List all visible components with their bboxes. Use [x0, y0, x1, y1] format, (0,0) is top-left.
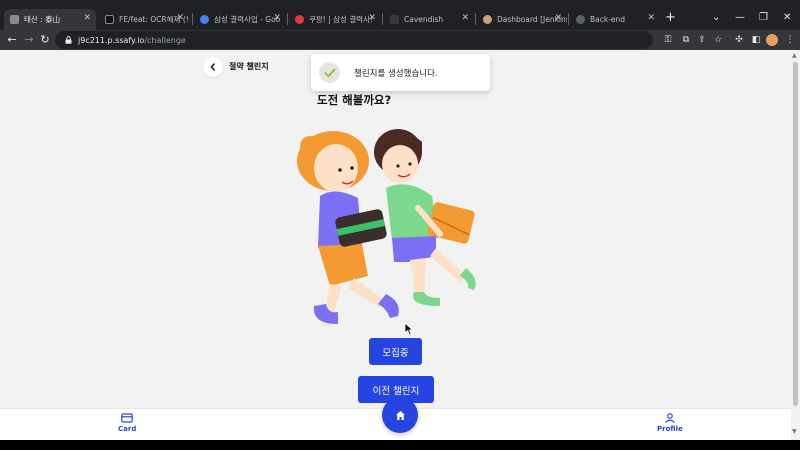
- bookmark-star-icon[interactable]: ☆: [712, 34, 724, 46]
- scroll-down-icon[interactable]: ▼: [792, 428, 797, 435]
- url-path: /challenge: [144, 35, 186, 45]
- toast-message: 챌린지를 생성했습니다.: [354, 68, 438, 79]
- tab-favicon-icon: [483, 15, 492, 24]
- tab-separator: [382, 13, 383, 25]
- minimize-icon[interactable]: —: [735, 12, 745, 23]
- tab-1[interactable]: FE/feat: OCR해제 (! ✕: [99, 9, 189, 30]
- tab-favicon-icon: [10, 15, 19, 24]
- url-host: j9c211.p.ssafy.io: [78, 35, 145, 45]
- tab-separator: [192, 13, 193, 25]
- nav-card-label: Card: [118, 425, 137, 433]
- scrollbar-thumb[interactable]: [793, 62, 798, 406]
- tab-4[interactable]: Cavendish ✕: [384, 9, 474, 30]
- tab-close-icon[interactable]: ✕: [647, 13, 655, 23]
- page-title: 절약 챌린지: [229, 62, 269, 71]
- back-button[interactable]: [203, 57, 223, 77]
- lock-icon: [65, 36, 72, 44]
- tab-close-icon[interactable]: ✕: [368, 13, 376, 23]
- tab-close-icon[interactable]: ✕: [176, 13, 184, 23]
- check-circle-icon: [319, 62, 340, 83]
- close-window-icon[interactable]: ✕: [783, 12, 791, 23]
- browser-toolbar: ← → ↻ j9c211.p.ssafy.io/challenge ⚿ ⧉ ⇪ …: [0, 30, 800, 50]
- tab-5[interactable]: Dashboard [Jenkins] ✕: [477, 9, 567, 30]
- tab-separator: [287, 13, 288, 25]
- install-icon[interactable]: ⧉: [680, 34, 692, 46]
- tab-close-icon[interactable]: ✕: [273, 13, 281, 23]
- home-button[interactable]: [382, 397, 418, 433]
- window-bottom-edge: [0, 440, 800, 450]
- tab-6[interactable]: Back-end ✕: [570, 9, 660, 30]
- tab-favicon-icon: [390, 15, 399, 24]
- tab-favicon-icon: [200, 15, 209, 24]
- tab-0[interactable]: 태산 : 泰山 ✕: [4, 9, 96, 30]
- challenge-question: 도전 해볼까요?: [317, 93, 392, 107]
- nav-profile[interactable]: Profile: [657, 413, 683, 433]
- tab-search-icon[interactable]: ⌄: [712, 12, 720, 23]
- tab-close-icon[interactable]: ✕: [554, 13, 562, 23]
- page-content: 절약 챌린지 도전 해볼까요? 모집중 이전 챌린지 챌린지를 생성했습니다.: [0, 50, 791, 440]
- browser-tab-bar: 태산 : 泰山 ✕ FE/feat: OCR해제 (! ✕ 삼성 결력사업 - …: [0, 0, 800, 30]
- url-text: j9c211.p.ssafy.io/challenge: [78, 36, 186, 45]
- tab-separator: [475, 13, 476, 25]
- extensions-icon[interactable]: ✣: [733, 34, 745, 46]
- user-icon: [664, 413, 675, 423]
- credit-card-icon: [121, 413, 133, 423]
- tab-favicon-icon: [576, 15, 585, 24]
- mouse-pointer-icon: [404, 322, 414, 336]
- home-icon: [395, 410, 405, 420]
- reload-icon[interactable]: ↻: [37, 32, 53, 48]
- back-arrow-icon[interactable]: ←: [4, 32, 20, 48]
- kids-carrying-boxes-illustration: [297, 129, 476, 326]
- share-icon[interactable]: ⇪: [696, 34, 708, 46]
- forward-arrow-icon[interactable]: →: [21, 32, 37, 48]
- tab-separator: [568, 13, 569, 25]
- profile-avatar-icon[interactable]: [766, 34, 778, 46]
- tab-2[interactable]: 삼성 결력사업 - Goo ✕: [194, 9, 286, 30]
- side-panel-icon[interactable]: ◧: [750, 34, 762, 46]
- maximize-icon[interactable]: ❐: [759, 12, 768, 23]
- nav-profile-label: Profile: [657, 425, 683, 433]
- page-scrollbar[interactable]: ▲ ▼: [791, 50, 800, 440]
- nav-card[interactable]: Card: [118, 413, 136, 433]
- menu-kebab-icon[interactable]: ⋮: [784, 34, 796, 46]
- tab-close-icon[interactable]: ✕: [461, 13, 469, 23]
- tab-3[interactable]: 쿠팡! | 삼성 결력사! ✕: [289, 9, 381, 30]
- key-icon[interactable]: ⚿: [662, 34, 674, 46]
- chevron-left-icon: [210, 63, 215, 71]
- tab-favicon-icon: [295, 15, 304, 24]
- address-bar[interactable]: j9c211.p.ssafy.io/challenge: [55, 31, 653, 49]
- tab-close-icon[interactable]: ✕: [83, 13, 91, 23]
- tab-favicon-icon: [105, 15, 114, 24]
- scroll-up-icon[interactable]: ▲: [792, 52, 797, 59]
- recruiting-button[interactable]: 모집중: [369, 338, 422, 365]
- success-toast: 챌린지를 생성했습니다.: [311, 54, 490, 91]
- new-tab-button[interactable]: +: [665, 11, 676, 25]
